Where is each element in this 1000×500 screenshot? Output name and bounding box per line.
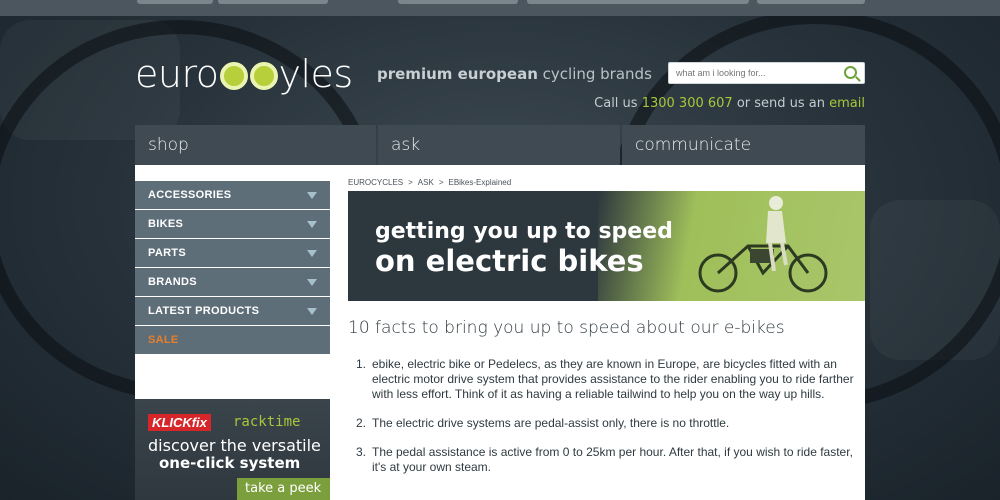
list-text: The pedal assistance is active from 0 to…: [372, 445, 853, 474]
facts-list: 1. ebike, electric bike or Pedelecs, as t…: [356, 357, 856, 489]
racktime-logo: racktime: [233, 414, 301, 430]
list-item: 3. The pedal assistance is active from 0 …: [356, 445, 856, 475]
logo-text-end: les: [300, 52, 354, 96]
sidebar-item-bikes[interactable]: BIKES: [135, 210, 330, 238]
sidebar-menu: ACCESSORIES BIKES PARTS BRANDS LATEST PR…: [135, 181, 330, 355]
tagline-rest: cycling brands: [537, 65, 652, 83]
hero-banner: getting you up to speed on electric bike…: [348, 191, 865, 301]
breadcrumb-current: EBikes-Explained: [448, 178, 512, 187]
tagline-bold: premium european: [377, 65, 538, 83]
nav-shop[interactable]: shop: [135, 125, 376, 165]
sidebar-item-latest-products[interactable]: LATEST PRODUCTS: [135, 297, 330, 325]
sidebar-item-sale[interactable]: SALE: [135, 326, 330, 354]
ad-line-1: discover the versatile: [148, 436, 321, 455]
top-tab[interactable]: [527, 0, 749, 4]
list-number: 3.: [356, 445, 367, 459]
vintage-bike-rider-image: [698, 196, 828, 293]
eurocycles-logo[interactable]: euro yles: [135, 52, 353, 96]
email-link[interactable]: email: [829, 96, 865, 111]
contact-line: Call us 1300 300 607 or send us an email: [594, 96, 865, 111]
chevron-down-icon: [307, 221, 317, 228]
take-a-peek-button[interactable]: take a peek: [237, 478, 330, 500]
search-box: [668, 62, 865, 84]
breadcrumb: EUROCYCLES > ASK > EBikes-Explained: [348, 178, 516, 187]
list-item: 1. ebike, electric bike or Pedelecs, as t…: [356, 357, 856, 402]
top-bar: [0, 0, 1000, 16]
logo-text-y: y: [278, 52, 302, 96]
sidebar-item-label: LATEST PRODUCTS: [148, 305, 260, 317]
ad-line-2: one-click system: [159, 454, 301, 472]
breadcrumb-separator: >: [408, 178, 413, 187]
contact-prefix: Call us: [594, 96, 642, 111]
list-text: The electric drive systems are pedal-ass…: [372, 416, 730, 430]
list-number: 2.: [356, 416, 367, 430]
sidebar-item-brands[interactable]: BRANDS: [135, 268, 330, 296]
klickfix-logo: KLICKfix: [148, 414, 211, 431]
breadcrumb-home[interactable]: EUROCYCLES: [348, 178, 403, 187]
article-title: 10 facts to bring you up to speed about …: [348, 318, 785, 338]
contact-middle: or send us an: [732, 96, 830, 111]
phone-number[interactable]: 1300 300 607: [642, 96, 733, 111]
sidebar-item-label: BRANDS: [148, 276, 197, 288]
tagline: premium european cycling brands: [377, 65, 652, 83]
chevron-down-icon: [307, 250, 317, 257]
list-text: ebike, electric bike or Pedelecs, as the…: [372, 357, 854, 401]
nav-ask[interactable]: ask: [378, 125, 620, 165]
sidebar-item-label: PARTS: [148, 247, 186, 259]
main-nav: shop ask communicate: [135, 125, 865, 165]
logo-text-start: euro: [135, 52, 219, 96]
nav-communicate[interactable]: communicate: [622, 125, 865, 165]
sidebar-item-label: ACCESSORIES: [148, 189, 232, 201]
sidebar-item-parts[interactable]: PARTS: [135, 239, 330, 267]
chevron-down-icon: [307, 308, 317, 315]
sidebar-item-accessories[interactable]: ACCESSORIES: [135, 181, 330, 209]
klickfix-ad-banner[interactable]: KLICKfix racktime discover the versatile…: [135, 399, 330, 500]
hero-heading-line-2: on electric bikes: [375, 244, 644, 278]
top-tab[interactable]: [398, 0, 518, 4]
top-tab[interactable]: [137, 0, 213, 4]
chevron-down-icon: [307, 279, 317, 286]
list-item: 2. The electric drive systems are pedal-a…: [356, 416, 856, 431]
search-icon[interactable]: [844, 66, 857, 79]
logo-ball-icon: [249, 62, 278, 90]
breadcrumb-separator: >: [438, 178, 444, 187]
sidebar-item-label: BIKES: [148, 218, 184, 230]
logo-ball-icon: [219, 62, 248, 90]
search-input[interactable]: [669, 63, 829, 83]
hero-heading-line-1: getting you up to speed: [375, 219, 673, 244]
chevron-down-icon: [307, 192, 317, 199]
top-tab[interactable]: [757, 0, 865, 4]
list-number: 1.: [356, 357, 367, 371]
top-tab[interactable]: [218, 0, 328, 4]
breadcrumb-ask[interactable]: ASK: [418, 178, 434, 187]
